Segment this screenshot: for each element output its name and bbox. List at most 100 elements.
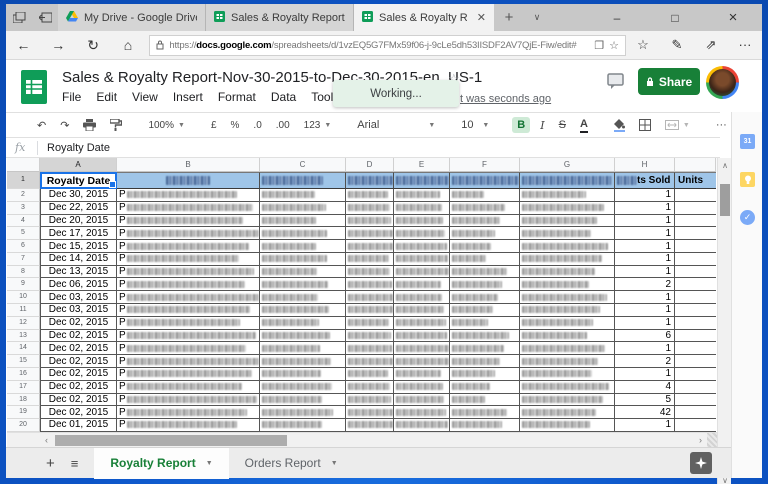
cell-blurred[interactable] xyxy=(394,304,450,317)
cell-blurred[interactable] xyxy=(260,215,346,228)
undo-icon[interactable]: ↶ xyxy=(37,119,46,132)
cell-H12[interactable]: 1 xyxy=(615,317,675,330)
cell-I1-units[interactable]: Units xyxy=(675,172,716,189)
cell-blurred[interactable] xyxy=(394,419,450,432)
column-header-a[interactable]: A xyxy=(40,158,117,172)
cell-blurred[interactable] xyxy=(520,406,615,419)
share-page-icon[interactable]: ⇗ xyxy=(694,37,728,53)
cell-blurred[interactable] xyxy=(394,342,450,355)
cell-blurred[interactable] xyxy=(450,419,520,432)
cell-I19[interactable] xyxy=(675,406,716,419)
cell-A17[interactable]: Dec 02, 2015 xyxy=(40,381,117,394)
menu-insert[interactable]: Insert xyxy=(173,90,203,104)
column-header[interactable] xyxy=(675,158,716,172)
cell-B6[interactable]: P xyxy=(117,240,260,253)
cell-blurred[interactable] xyxy=(260,266,346,279)
cell-blurred[interactable] xyxy=(260,202,346,215)
cell-H9[interactable]: 2 xyxy=(615,278,675,291)
text-color-button[interactable]: A xyxy=(580,118,588,133)
currency-format-button[interactable]: £ xyxy=(211,120,217,131)
browser-more-icon[interactable]: ··· xyxy=(728,37,762,53)
browser-tab[interactable]: Sales & Royalty Report-Nov xyxy=(206,4,354,31)
scroll-left-icon[interactable]: ‹ xyxy=(45,433,48,448)
merge-cells-icon[interactable]: ▼ xyxy=(665,120,690,130)
cell-I18[interactable] xyxy=(675,394,716,407)
cell-I10[interactable] xyxy=(675,291,716,304)
cell-blurred[interactable] xyxy=(450,266,520,279)
cell-blurred[interactable] xyxy=(346,291,394,304)
cell-A10[interactable]: Dec 03, 2015 xyxy=(40,291,117,304)
forward-icon[interactable]: → xyxy=(41,37,76,53)
menu-format[interactable]: Format xyxy=(218,90,256,104)
cell-A11[interactable]: Dec 03, 2015 xyxy=(40,304,117,317)
cell-H8[interactable]: 1 xyxy=(615,266,675,279)
cell-blurred[interactable] xyxy=(450,381,520,394)
cell-H15[interactable]: 2 xyxy=(615,355,675,368)
cell-H5[interactable]: 1 xyxy=(615,227,675,240)
cell-I13[interactable] xyxy=(675,330,716,343)
maximize-button[interactable]: □ xyxy=(646,4,704,31)
sheet-tab-royalty-report[interactable]: Royalty Report▼ xyxy=(94,448,228,479)
cell-B7[interactable]: P xyxy=(117,253,260,266)
cell-blurred[interactable] xyxy=(346,355,394,368)
cell-blurred[interactable] xyxy=(346,304,394,317)
cell-blurred[interactable] xyxy=(260,240,346,253)
column-header-b[interactable]: B xyxy=(117,158,260,172)
cell-B3[interactable]: P xyxy=(117,202,260,215)
cell-B2[interactable]: P xyxy=(117,189,260,202)
cell-A14[interactable]: Dec 02, 2015 xyxy=(40,342,117,355)
cell-blurred[interactable] xyxy=(260,253,346,266)
account-avatar[interactable] xyxy=(706,66,739,99)
cell-B11[interactable]: P xyxy=(117,304,260,317)
menu-edit[interactable]: Edit xyxy=(96,90,117,104)
close-button[interactable]: × xyxy=(704,4,762,31)
cell-blurred[interactable] xyxy=(450,291,520,304)
cell-A13[interactable]: Dec 02, 2015 xyxy=(40,330,117,343)
cell-A9[interactable]: Dec 06, 2015 xyxy=(40,278,117,291)
back-icon[interactable]: ← xyxy=(6,37,41,53)
cell-I15[interactable] xyxy=(675,355,716,368)
column-header-c[interactable]: C xyxy=(260,158,346,172)
cell-H14[interactable]: 1 xyxy=(615,342,675,355)
cell-blurred[interactable] xyxy=(394,240,450,253)
menu-view[interactable]: View xyxy=(132,90,158,104)
sheet-tab-orders-report[interactable]: Orders Report▼ xyxy=(229,448,354,479)
row-header-10[interactable]: 10 xyxy=(7,291,40,304)
cell-blurred[interactable] xyxy=(520,278,615,291)
cell-A4[interactable]: Dec 20, 2015 xyxy=(40,215,117,228)
row-header-9[interactable]: 9 xyxy=(7,278,40,291)
cell-A2[interactable]: Dec 30, 2015 xyxy=(40,189,117,202)
vertical-scrollbar[interactable]: ∧ ∨ xyxy=(717,158,731,484)
add-favorite-star-icon[interactable]: ☆ xyxy=(609,39,619,52)
cell-blurred[interactable] xyxy=(346,227,394,240)
calendar-icon[interactable]: 31 xyxy=(740,134,755,149)
cell-blurred[interactable] xyxy=(260,278,346,291)
cell-I16[interactable] xyxy=(675,368,716,381)
cell-blurred[interactable] xyxy=(346,189,394,202)
cell-blurred-header[interactable] xyxy=(346,172,394,189)
column-header-h[interactable]: H xyxy=(615,158,675,172)
cell-I3[interactable] xyxy=(675,202,716,215)
cell-blurred[interactable] xyxy=(346,406,394,419)
row-header-11[interactable]: 11 xyxy=(7,304,40,317)
cell-blurred[interactable] xyxy=(260,189,346,202)
cell-blurred[interactable] xyxy=(520,330,615,343)
cell-blurred-header[interactable] xyxy=(394,172,450,189)
cell-blurred[interactable] xyxy=(346,202,394,215)
home-icon[interactable]: ⌂ xyxy=(111,37,146,53)
tab-close-icon[interactable]: ✕ xyxy=(473,11,486,24)
cell-blurred[interactable] xyxy=(450,330,520,343)
cell-H4[interactable]: 1 xyxy=(615,215,675,228)
set-tabs-aside-icon[interactable] xyxy=(32,4,58,31)
cell-blurred[interactable] xyxy=(346,368,394,381)
row-header-3[interactable]: 3 xyxy=(7,202,40,215)
cell-blurred[interactable] xyxy=(260,330,346,343)
cell-B9[interactable]: P xyxy=(117,278,260,291)
cell-A1-selected[interactable]: Royalty Date xyxy=(40,172,117,189)
borders-icon[interactable] xyxy=(639,119,651,131)
row-header-7[interactable]: 7 xyxy=(7,253,40,266)
cell-A15[interactable]: Dec 02, 2015 xyxy=(40,355,117,368)
row-header-13[interactable]: 13 xyxy=(7,330,40,343)
cell-blurred[interactable] xyxy=(260,227,346,240)
refresh-icon[interactable]: ↻ xyxy=(76,37,111,54)
